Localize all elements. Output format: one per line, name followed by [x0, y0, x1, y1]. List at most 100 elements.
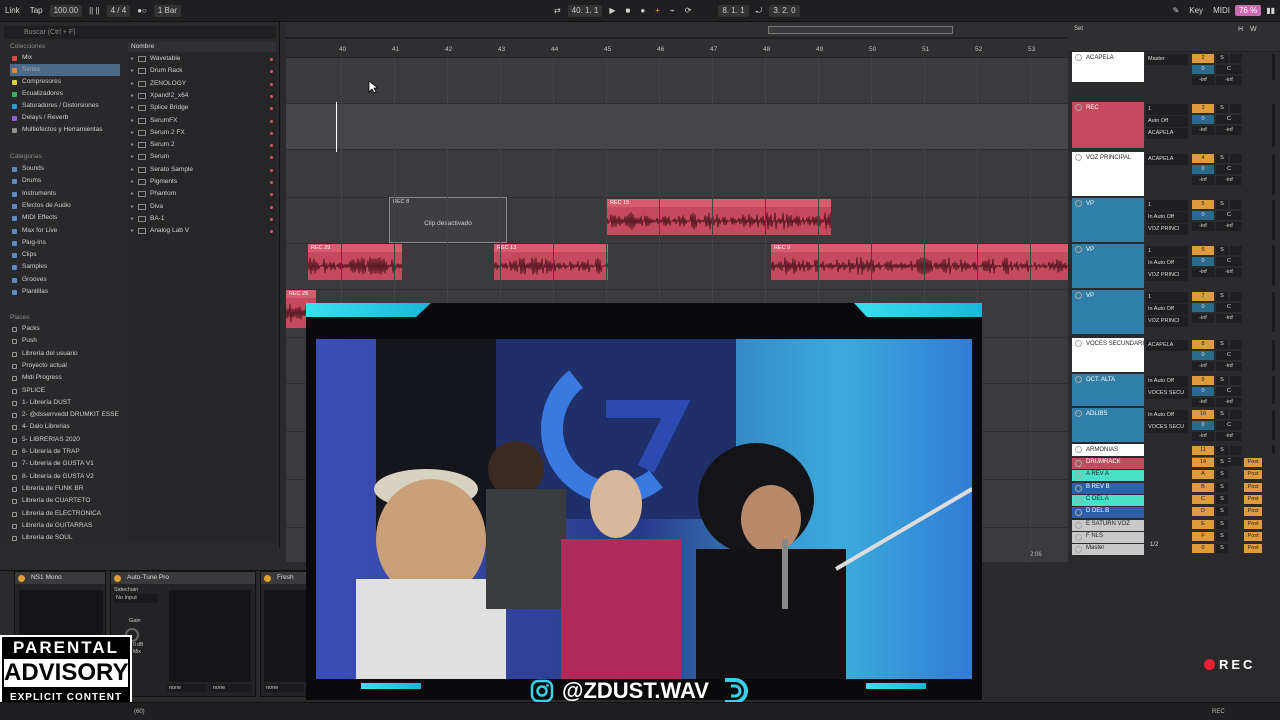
track-number-button[interactable]: 5	[1192, 200, 1214, 209]
audio-clip[interactable]: REC 13	[494, 244, 608, 280]
place-item[interactable]: 5- LIBRERIAS 2020	[10, 434, 120, 446]
send-value[interactable]: -inf	[1216, 398, 1242, 407]
h-button[interactable]: H	[1238, 26, 1243, 33]
place-item[interactable]: Librería de FUNK BR	[10, 483, 120, 495]
peak-meter-value[interactable]: -inf	[1192, 222, 1214, 231]
return-number-button[interactable]: C	[1192, 494, 1214, 504]
browser-item[interactable]: ▸ Pigments	[128, 176, 276, 188]
post-button[interactable]: Post	[1244, 544, 1262, 554]
collection-item[interactable]: Sintes	[10, 64, 120, 76]
bpm-field[interactable]: 100.00	[49, 4, 83, 17]
arrangement-position[interactable]: 40. 1. 1	[567, 4, 603, 17]
place-item[interactable]: Librería del usuario	[10, 348, 120, 360]
return-number-button[interactable]: B	[1192, 482, 1214, 492]
return-track-header[interactable]: B REV B	[1072, 482, 1144, 494]
fold-icon[interactable]	[1075, 546, 1082, 554]
place-item[interactable]: 1- Librería DUST	[10, 397, 120, 409]
io-select[interactable]: 1	[1146, 104, 1188, 115]
track-number-button[interactable]: 4	[1192, 154, 1214, 163]
track-header[interactable]: OCT. ALTA	[1072, 374, 1144, 406]
browser-item[interactable]: ▸ Splice Bridge	[128, 102, 276, 114]
browser-item[interactable]: ▸ BA-1	[128, 213, 276, 225]
browser-item[interactable]: ▸ Wavetable	[128, 53, 276, 65]
fold-icon[interactable]	[1075, 509, 1082, 517]
solo-button[interactable]: S	[1216, 519, 1228, 529]
volume-value[interactable]: 0	[1192, 211, 1214, 220]
peak-meter-value[interactable]: -inf	[1192, 126, 1214, 135]
solo-button[interactable]: S	[1216, 494, 1228, 504]
expand-icon[interactable]: ▸	[131, 164, 134, 176]
place-item[interactable]: 2- @dsserrvedd DRUMKIT ESSE	[10, 409, 120, 421]
expand-icon[interactable]: ▸	[131, 90, 134, 102]
post-button[interactable]: Post	[1244, 494, 1262, 504]
solo-button[interactable]: S	[1216, 246, 1228, 255]
solo-button[interactable]: S	[1216, 531, 1228, 541]
return-track-header[interactable]: Master	[1072, 544, 1144, 556]
io-select[interactable]: In Auto Off	[1146, 410, 1188, 421]
track-header[interactable]: ACAPELA	[1072, 52, 1144, 82]
pan-value[interactable]: C	[1216, 351, 1242, 360]
post-button[interactable]: Post	[1244, 458, 1262, 467]
post-button[interactable]: Post	[1244, 470, 1262, 480]
solo-button[interactable]: S	[1216, 340, 1228, 349]
solo-button[interactable]: S	[1216, 292, 1228, 301]
send-value[interactable]: -inf	[1216, 126, 1242, 135]
loop-toggle-icon[interactable]: ⤾	[751, 0, 768, 22]
solo-button[interactable]: S	[1216, 104, 1228, 113]
loop-length-field[interactable]: 3. 2. 0	[769, 4, 800, 17]
io-select[interactable]: VOZ PRINCI	[1146, 270, 1188, 281]
io-select[interactable]: ACAPELA	[1146, 128, 1188, 139]
expand-icon[interactable]: ▸	[131, 53, 134, 65]
track-number-button[interactable]: 7	[1192, 292, 1214, 301]
category-item[interactable]: Sounds	[10, 163, 120, 175]
return-track-header[interactable]: DRUMRACK	[1072, 458, 1144, 469]
browser-item[interactable]: ▸ Diva	[128, 201, 276, 213]
track-number-button[interactable]: 8	[1192, 340, 1214, 349]
solo-button[interactable]: S	[1216, 507, 1228, 517]
collection-item[interactable]: Ecualizadores	[10, 88, 120, 100]
post-button[interactable]: Post	[1244, 519, 1262, 529]
none-select-2[interactable]: none	[211, 684, 251, 692]
io-select[interactable]: ACAPELA	[1146, 340, 1188, 351]
time-signature[interactable]: 4 / 4	[106, 4, 131, 17]
expand-icon[interactable]: ▸	[131, 102, 134, 114]
place-item[interactable]: Packs	[10, 323, 120, 335]
overview-scroll-handle[interactable]	[768, 26, 953, 34]
tap-button[interactable]: Tap	[25, 0, 48, 22]
expand-icon[interactable]: ▸	[131, 188, 134, 200]
w-button[interactable]: W	[1250, 26, 1257, 33]
expand-icon[interactable]: ▸	[131, 65, 134, 77]
name-column-header[interactable]: Nombre	[128, 42, 276, 52]
peak-meter-value[interactable]: -inf	[1192, 268, 1214, 277]
expand-icon[interactable]: ▸	[131, 151, 134, 163]
volume-value[interactable]: 0	[1192, 257, 1214, 266]
io-select[interactable]: Master	[1146, 54, 1188, 65]
nudge-icon[interactable]: || ||	[84, 0, 105, 22]
fold-icon[interactable]	[1075, 496, 1082, 504]
sidechain-input-select[interactable]: No Input	[114, 594, 158, 603]
track-header[interactable]: VP	[1072, 244, 1144, 288]
track-header[interactable]: ARMONIAS	[1072, 444, 1144, 456]
send-value[interactable]: -inf	[1216, 362, 1242, 371]
solo-button[interactable]: S	[1216, 458, 1228, 467]
category-item[interactable]: Drums	[10, 175, 120, 187]
fold-icon[interactable]	[1075, 54, 1082, 61]
track-lane[interactable]	[286, 104, 1068, 150]
expand-icon[interactable]: ▸	[131, 176, 134, 188]
fold-icon[interactable]	[1075, 521, 1082, 529]
browser-item[interactable]: ▸ ZENOLOGY	[128, 78, 276, 90]
place-item[interactable]: 8- Librería de GUSTA V2	[10, 471, 120, 483]
io-select[interactable]: VOCES SECU	[1146, 422, 1188, 433]
category-item[interactable]: Grooves	[10, 274, 120, 286]
io-select[interactable]: In Auto Off	[1146, 376, 1188, 387]
browser-item[interactable]: ▸ Serum 2	[128, 139, 276, 151]
browser-item[interactable]: ▸ SerumFX	[128, 115, 276, 127]
pan-value[interactable]: C	[1216, 165, 1242, 174]
draw-mode-icon[interactable]: ✎	[1168, 0, 1185, 22]
audio-clip[interactable]: REC 29	[308, 244, 402, 280]
none-select-3[interactable]: none	[264, 684, 304, 692]
fold-icon[interactable]	[1075, 410, 1082, 417]
browser-item[interactable]: ▸ Drum Rack	[128, 65, 276, 77]
expand-icon[interactable]: ▸	[131, 139, 134, 151]
expand-icon[interactable]: ▸	[131, 225, 134, 237]
